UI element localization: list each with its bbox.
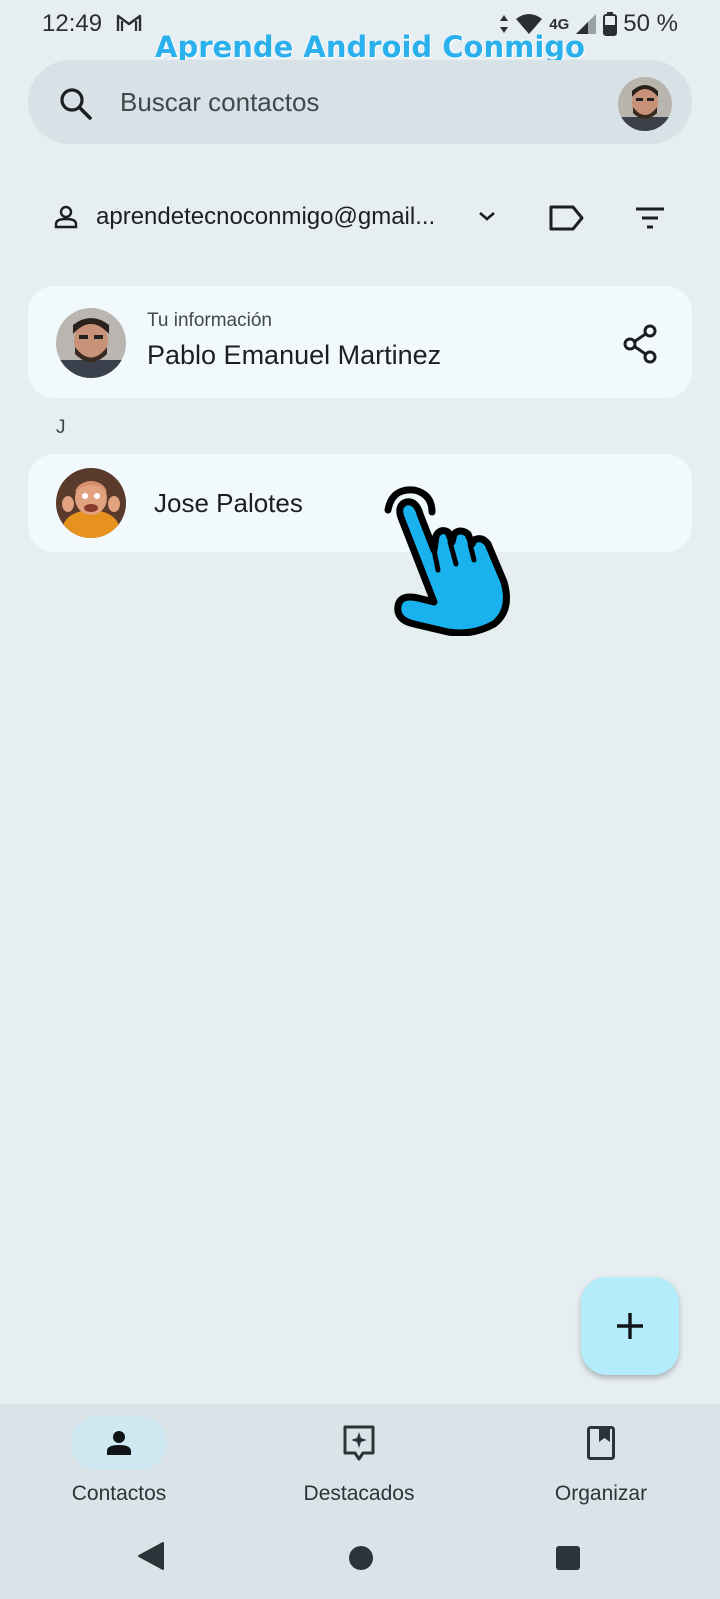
cell-signal-icon (576, 14, 597, 34)
chevron-down-icon[interactable] (476, 208, 498, 229)
contact-name: Jose Palotes (154, 488, 303, 518)
back-icon[interactable] (137, 1541, 165, 1576)
nav-tab-featured[interactable]: Destacados (259, 1412, 459, 1506)
battery-percent: 50 % (623, 10, 678, 37)
nav-tab-organize[interactable]: Organizar (501, 1412, 701, 1506)
recents-icon[interactable] (555, 1545, 581, 1576)
data-arrows-icon (500, 15, 509, 33)
filter-icon[interactable] (634, 205, 666, 236)
network-type: 4G (549, 15, 570, 33)
contact-avatar (56, 468, 126, 538)
search-input[interactable]: Buscar contactos (120, 87, 319, 118)
share-icon[interactable] (623, 324, 659, 369)
nav-label-organize: Organizar (554, 1482, 648, 1505)
battery-icon (603, 12, 618, 36)
nav-label-featured: Destacados (303, 1482, 415, 1505)
person-icon (107, 1431, 131, 1455)
tap-hand-pointer-icon (378, 486, 518, 641)
label-icon[interactable] (548, 203, 586, 238)
my-info-avatar (56, 308, 126, 378)
my-info-name: Pablo Emanuel Martinez (147, 340, 442, 370)
status-icons: 4G 50 % (499, 10, 678, 38)
contact-list-item[interactable] (28, 454, 692, 552)
sparkle-icon (343, 1425, 375, 1461)
nav-label-contacts: Contactos (71, 1482, 167, 1505)
my-info-caption: Tu información (147, 310, 272, 331)
section-header-letter: J (56, 417, 66, 438)
person-outline-icon (53, 204, 79, 235)
home-icon[interactable] (348, 1545, 374, 1576)
wifi-icon (516, 14, 543, 34)
search-icon[interactable] (58, 86, 94, 127)
account-email[interactable]: aprendetecnoconmigo@gmail... (96, 203, 435, 231)
plus-icon (617, 1313, 643, 1339)
nav-active-indicator (71, 1416, 167, 1470)
add-contact-button[interactable] (581, 1277, 679, 1375)
bookmark-book-icon (587, 1426, 615, 1460)
nav-tab-contacts[interactable]: Contactos (19, 1412, 219, 1506)
account-avatar[interactable] (618, 77, 672, 131)
